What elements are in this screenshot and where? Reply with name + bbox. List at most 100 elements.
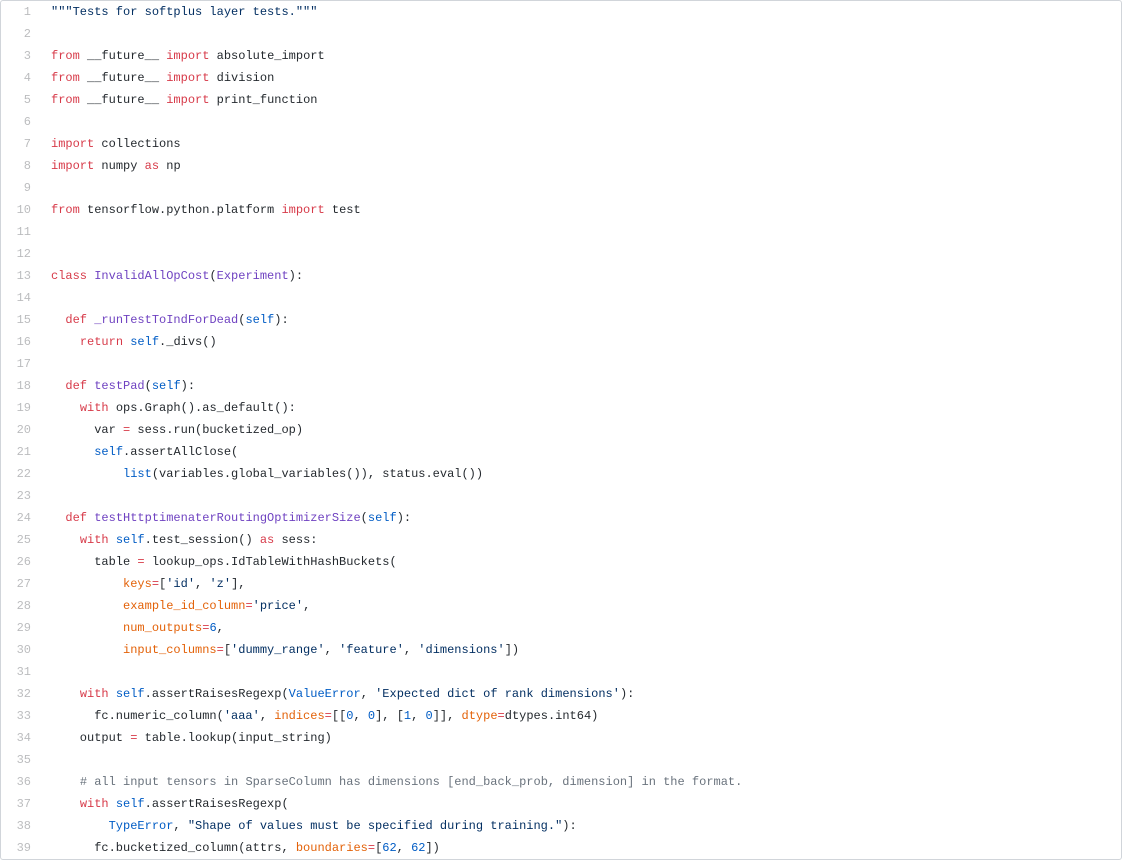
code-line: 21 self.assertAllClose( [1, 441, 1121, 463]
line-number[interactable]: 22 [1, 463, 41, 485]
line-code[interactable]: from __future__ import absolute_import [41, 45, 1121, 67]
code-line: 5from __future__ import print_function [1, 89, 1121, 111]
code-line: 25 with self.test_session() as sess: [1, 529, 1121, 551]
line-number[interactable]: 17 [1, 353, 41, 375]
line-number[interactable]: 18 [1, 375, 41, 397]
line-code[interactable] [41, 111, 1121, 133]
code-line: 14 [1, 287, 1121, 309]
line-number[interactable]: 26 [1, 551, 41, 573]
line-number[interactable]: 16 [1, 331, 41, 353]
line-code[interactable] [41, 287, 1121, 309]
line-code[interactable]: output = table.lookup(input_string) [41, 727, 1121, 749]
line-number[interactable]: 36 [1, 771, 41, 793]
line-number[interactable]: 12 [1, 243, 41, 265]
line-number[interactable]: 28 [1, 595, 41, 617]
line-number[interactable]: 3 [1, 45, 41, 67]
line-code[interactable] [41, 749, 1121, 771]
line-code[interactable] [41, 661, 1121, 683]
line-code[interactable]: fc.numeric_column('aaa', indices=[[0, 0]… [41, 705, 1121, 727]
code-line: 13class InvalidAllOpCost(Experiment): [1, 265, 1121, 287]
line-number[interactable]: 33 [1, 705, 41, 727]
line-code[interactable]: return self._divs() [41, 331, 1121, 353]
line-number[interactable]: 1 [1, 1, 41, 23]
code-line: 24 def testHttptimenaterRoutingOptimizer… [1, 507, 1121, 529]
line-code[interactable] [41, 243, 1121, 265]
line-code[interactable]: from __future__ import print_function [41, 89, 1121, 111]
line-code[interactable]: list(variables.global_variables()), stat… [41, 463, 1121, 485]
line-code[interactable]: import collections [41, 133, 1121, 155]
code-line: 2 [1, 23, 1121, 45]
line-code[interactable] [41, 485, 1121, 507]
line-code[interactable]: """Tests for softplus layer tests.""" [41, 1, 1121, 23]
line-number[interactable]: 13 [1, 265, 41, 287]
line-number[interactable]: 4 [1, 67, 41, 89]
code-line: 19 with ops.Graph().as_default(): [1, 397, 1121, 419]
line-code[interactable] [41, 221, 1121, 243]
line-number[interactable]: 11 [1, 221, 41, 243]
line-number[interactable]: 9 [1, 177, 41, 199]
line-code[interactable]: def _runTestToIndForDead(self): [41, 309, 1121, 331]
line-number[interactable]: 39 [1, 837, 41, 859]
code-line: 30 input_columns=['dummy_range', 'featur… [1, 639, 1121, 661]
line-code[interactable]: from __future__ import division [41, 67, 1121, 89]
line-code[interactable]: TypeError, "Shape of values must be spec… [41, 815, 1121, 837]
line-number[interactable]: 19 [1, 397, 41, 419]
line-code[interactable]: # all input tensors in SparseColumn has … [41, 771, 1121, 793]
line-code[interactable]: with self.test_session() as sess: [41, 529, 1121, 551]
code-line: 8import numpy as np [1, 155, 1121, 177]
code-line: 1"""Tests for softplus layer tests.""" [1, 1, 1121, 23]
line-code[interactable]: def testPad(self): [41, 375, 1121, 397]
line-number[interactable]: 6 [1, 111, 41, 133]
line-number[interactable]: 8 [1, 155, 41, 177]
line-number[interactable]: 14 [1, 287, 41, 309]
line-number[interactable]: 10 [1, 199, 41, 221]
code-line: 20 var = sess.run(bucketized_op) [1, 419, 1121, 441]
line-number[interactable]: 23 [1, 485, 41, 507]
line-code[interactable]: fc.bucketized_column(attrs, boundaries=[… [41, 837, 1121, 859]
line-number[interactable]: 24 [1, 507, 41, 529]
line-number[interactable]: 7 [1, 133, 41, 155]
line-code[interactable]: with self.assertRaisesRegexp(ValueError,… [41, 683, 1121, 705]
line-code[interactable]: self.assertAllClose( [41, 441, 1121, 463]
code-line: 12 [1, 243, 1121, 265]
code-table: 1"""Tests for softplus layer tests."""23… [1, 1, 1121, 859]
line-code[interactable] [41, 177, 1121, 199]
code-line: 31 [1, 661, 1121, 683]
line-number[interactable]: 15 [1, 309, 41, 331]
line-number[interactable]: 29 [1, 617, 41, 639]
line-number[interactable]: 37 [1, 793, 41, 815]
code-line: 6 [1, 111, 1121, 133]
line-code[interactable]: example_id_column='price', [41, 595, 1121, 617]
line-number[interactable]: 25 [1, 529, 41, 551]
line-code[interactable]: keys=['id', 'z'], [41, 573, 1121, 595]
line-code[interactable] [41, 353, 1121, 375]
line-code[interactable]: from tensorflow.python.platform import t… [41, 199, 1121, 221]
code-line: 26 table = lookup_ops.IdTableWithHashBuc… [1, 551, 1121, 573]
line-number[interactable]: 31 [1, 661, 41, 683]
line-number[interactable]: 32 [1, 683, 41, 705]
code-line: 15 def _runTestToIndForDead(self): [1, 309, 1121, 331]
line-number[interactable]: 27 [1, 573, 41, 595]
line-code[interactable]: table = lookup_ops.IdTableWithHashBucket… [41, 551, 1121, 573]
line-number[interactable]: 2 [1, 23, 41, 45]
line-code[interactable]: with ops.Graph().as_default(): [41, 397, 1121, 419]
line-number[interactable]: 35 [1, 749, 41, 771]
code-line: 9 [1, 177, 1121, 199]
line-number[interactable]: 21 [1, 441, 41, 463]
line-code[interactable] [41, 23, 1121, 45]
line-code[interactable]: var = sess.run(bucketized_op) [41, 419, 1121, 441]
line-code[interactable]: def testHttptimenaterRoutingOptimizerSiz… [41, 507, 1121, 529]
line-number[interactable]: 20 [1, 419, 41, 441]
line-code[interactable]: input_columns=['dummy_range', 'feature',… [41, 639, 1121, 661]
line-code[interactable]: with self.assertRaisesRegexp( [41, 793, 1121, 815]
line-number[interactable]: 38 [1, 815, 41, 837]
line-code[interactable]: class InvalidAllOpCost(Experiment): [41, 265, 1121, 287]
code-line: 10from tensorflow.python.platform import… [1, 199, 1121, 221]
code-line: 37 with self.assertRaisesRegexp( [1, 793, 1121, 815]
code-line: 11 [1, 221, 1121, 243]
line-number[interactable]: 34 [1, 727, 41, 749]
line-number[interactable]: 5 [1, 89, 41, 111]
line-code[interactable]: import numpy as np [41, 155, 1121, 177]
line-code[interactable]: num_outputs=6, [41, 617, 1121, 639]
line-number[interactable]: 30 [1, 639, 41, 661]
